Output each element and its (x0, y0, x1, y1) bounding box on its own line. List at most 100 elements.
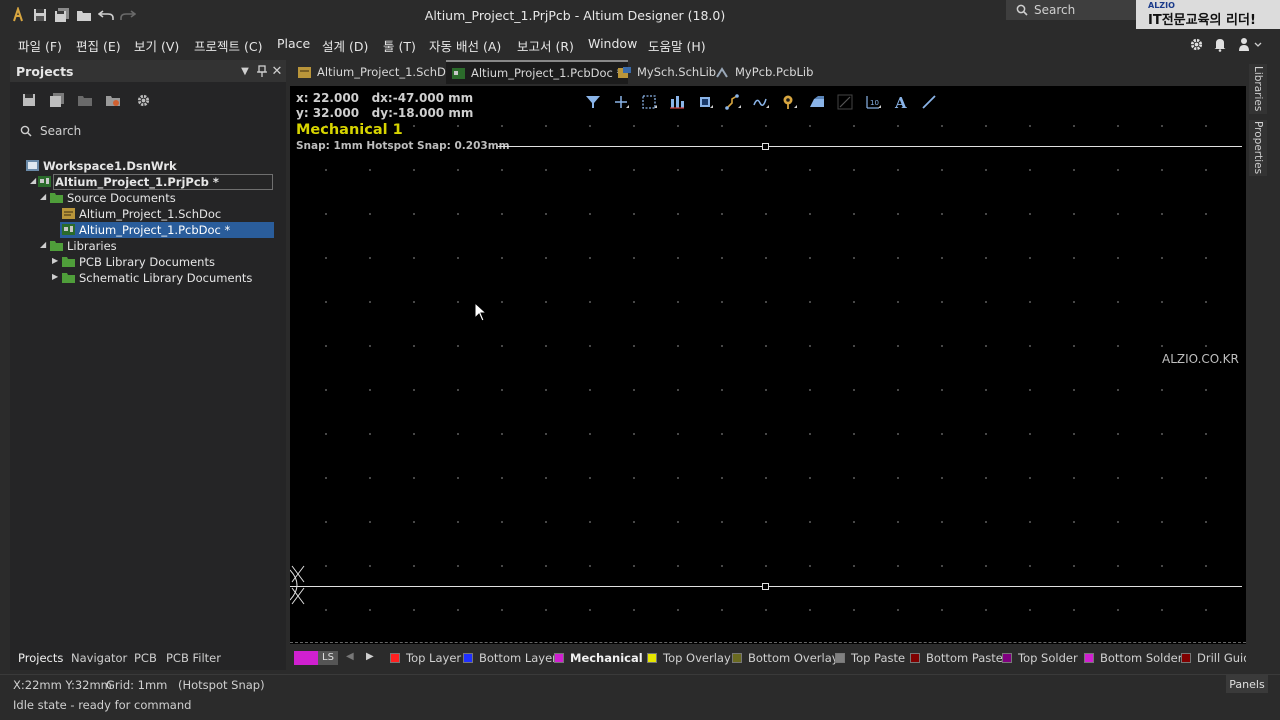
project-options-icon[interactable] (105, 93, 121, 109)
close-icon[interactable]: ✕ (270, 64, 284, 79)
panel-settings-gear-icon[interactable] (136, 93, 152, 109)
origin-marker-icon (290, 565, 305, 605)
layer-tab-top-layer[interactable]: Top Layer (390, 651, 461, 665)
tree-item-project[interactable]: ◢ Altium_Project_1.PrjPcb * (10, 174, 286, 190)
current-layer-color-swatch[interactable] (294, 651, 318, 665)
compile-icon[interactable] (77, 93, 93, 109)
top-line-handle[interactable] (762, 143, 769, 150)
board-outline-top[interactable] (498, 146, 1242, 147)
collapse-triangle-icon[interactable]: ◢ (30, 177, 38, 185)
via-pin-icon[interactable] (780, 93, 798, 111)
layer-tab-top-solder[interactable]: Top Solder (1002, 651, 1078, 665)
component-icon[interactable] (696, 93, 714, 111)
status-grid: Grid: 1mm (106, 678, 168, 692)
settings-gear-icon[interactable] (1187, 35, 1205, 53)
folder-icon (62, 257, 75, 267)
layer-tab-mechanical-1[interactable]: Mechanical 1 (554, 651, 655, 665)
menu-edit[interactable]: 편집 (E) (76, 36, 121, 55)
workspace-icon (26, 160, 39, 171)
advertisement-banner[interactable]: ALZIO IT전문교육의 리더! (1136, 0, 1280, 29)
tab-pcblib[interactable]: MyPcb.PcbLib (710, 60, 819, 84)
folder-icon (50, 241, 63, 251)
interactive-diff-pair-icon[interactable] (752, 93, 770, 111)
layer-color-swatch (1002, 653, 1012, 663)
status-message: Idle state - ready for command (13, 698, 192, 712)
global-search-input[interactable]: Search (1006, 0, 1136, 20)
bottom-line-handle[interactable] (762, 583, 769, 590)
collapse-triangle-icon[interactable]: ◢ (40, 193, 48, 201)
measure-icon[interactable]: 10 (864, 93, 882, 111)
svg-text:A: A (894, 94, 907, 111)
pcb-doc-icon (452, 67, 465, 79)
tab-schdoc[interactable]: Altium_Project_1.SchDoc (292, 60, 465, 84)
schematic-library-icon (618, 66, 631, 78)
layer-tab-top-overlay[interactable]: Top Overlay (647, 651, 731, 665)
tree-item-schematic-library-documents[interactable]: ▶ Schematic Library Documents (10, 270, 286, 286)
layer-tab-bottom-overlay[interactable]: Bottom Overlay (732, 651, 839, 665)
layer-tab-top-paste[interactable]: Top Paste (835, 651, 905, 665)
collapse-triangle-icon[interactable]: ◢ (40, 241, 48, 249)
tree-item-source-documents[interactable]: ◢ Source Documents (10, 190, 286, 206)
panel-title: Projects (16, 64, 74, 79)
tab-projects[interactable]: Projects (18, 651, 63, 665)
tree-item-workspace[interactable]: Workspace1.DsnWrk (10, 158, 286, 174)
menu-view[interactable]: 보기 (V) (134, 36, 179, 55)
select-rectangle-icon[interactable] (640, 93, 658, 111)
route-icon[interactable] (724, 93, 742, 111)
menu-help[interactable]: 도움말 (H) (648, 36, 706, 55)
panels-button[interactable]: Panels (1226, 675, 1268, 693)
expand-triangle-icon[interactable]: ▶ (52, 273, 60, 281)
tab-pcb-filter[interactable]: PCB Filter (166, 651, 221, 665)
layer-tab-bottom-solder[interactable]: Bottom Solder (1084, 651, 1182, 665)
user-account-icon[interactable] (1236, 35, 1264, 53)
notification-bell-icon[interactable] (1211, 35, 1229, 53)
tab-libraries[interactable]: Libraries (1249, 64, 1267, 114)
menu-reports[interactable]: 보고서 (R) (517, 36, 574, 55)
layer-tab-bottom-paste[interactable]: Bottom Paste (910, 651, 1003, 665)
menu-place[interactable]: Place (277, 36, 310, 51)
align-icon[interactable] (668, 93, 686, 111)
layer-set-button[interactable]: LS (318, 651, 338, 665)
save-all-documents-icon[interactable] (49, 93, 65, 109)
tree-item-pcb-library-documents[interactable]: ▶ PCB Library Documents (10, 254, 286, 270)
status-bar: X:22mm Y:32mm Grid: 1mm (Hotspot Snap) (0, 674, 1280, 694)
layer-tab-drill-guide[interactable]: Drill Guide (1181, 651, 1246, 665)
tab-pcbdoc[interactable]: Altium_Project_1.PcbDoc * (446, 60, 629, 84)
projects-panel: Projects ▼ ✕ Search Workspace1.DsnWrk ◢ … (10, 60, 286, 670)
menu-project[interactable]: 프로젝트 (C) (194, 36, 262, 55)
filter-icon[interactable] (584, 93, 602, 111)
search-placeholder: Search (1034, 3, 1076, 17)
tab-navigator[interactable]: Navigator (71, 651, 127, 665)
layer-tab-bottom-layer[interactable]: Bottom Layer (463, 651, 557, 665)
title-bar: Altium_Project_1.PrjPcb - Altium Designe… (0, 0, 1280, 30)
save-project-icon[interactable] (22, 93, 38, 109)
search-icon (1016, 4, 1028, 16)
line-icon[interactable] (920, 93, 938, 111)
tree-item-pcbdoc[interactable]: Altium_Project_1.PcbDoc * (10, 222, 286, 238)
tree-item-schdoc[interactable]: Altium_Project_1.SchDoc (10, 206, 286, 222)
tab-properties[interactable]: Properties (1249, 120, 1267, 176)
menu-window[interactable]: Window (588, 36, 637, 51)
cross-probe-plus-icon[interactable] (612, 93, 630, 111)
layer-scroll-right-icon[interactable]: ▶ (366, 651, 374, 662)
menu-design[interactable]: 설계 (D) (322, 36, 368, 55)
panel-menu-chevron-icon[interactable]: ▼ (238, 64, 252, 78)
panel-header: Projects ▼ ✕ (10, 60, 286, 82)
tab-pcb[interactable]: PCB (134, 651, 157, 665)
menu-file[interactable]: 파일 (F) (18, 36, 62, 55)
dimension-icon[interactable] (836, 93, 854, 111)
expand-triangle-icon[interactable]: ▶ (52, 257, 60, 265)
layer-color-swatch (390, 653, 400, 663)
menu-autoroute[interactable]: 자동 배선 (A) (429, 36, 501, 55)
text-string-icon[interactable]: A (892, 93, 910, 111)
watermark: ALZIO.CO.KR (1162, 352, 1239, 366)
pcb-canvas[interactable]: x: 22.000 dx:-47.000 mm y: 32.000 dy:-18… (290, 86, 1246, 644)
tree-item-libraries[interactable]: ◢ Libraries (10, 238, 286, 254)
layer-scroll-left-icon[interactable]: ◀ (346, 651, 354, 662)
polygon-pour-icon[interactable] (808, 93, 826, 111)
pin-icon[interactable] (255, 64, 269, 78)
tab-schlib[interactable]: MySch.SchLib (612, 60, 722, 84)
pcb-doc-icon (62, 224, 75, 235)
project-search-input[interactable]: Search (20, 120, 284, 142)
menu-tools[interactable]: 툴 (T) (383, 36, 416, 55)
